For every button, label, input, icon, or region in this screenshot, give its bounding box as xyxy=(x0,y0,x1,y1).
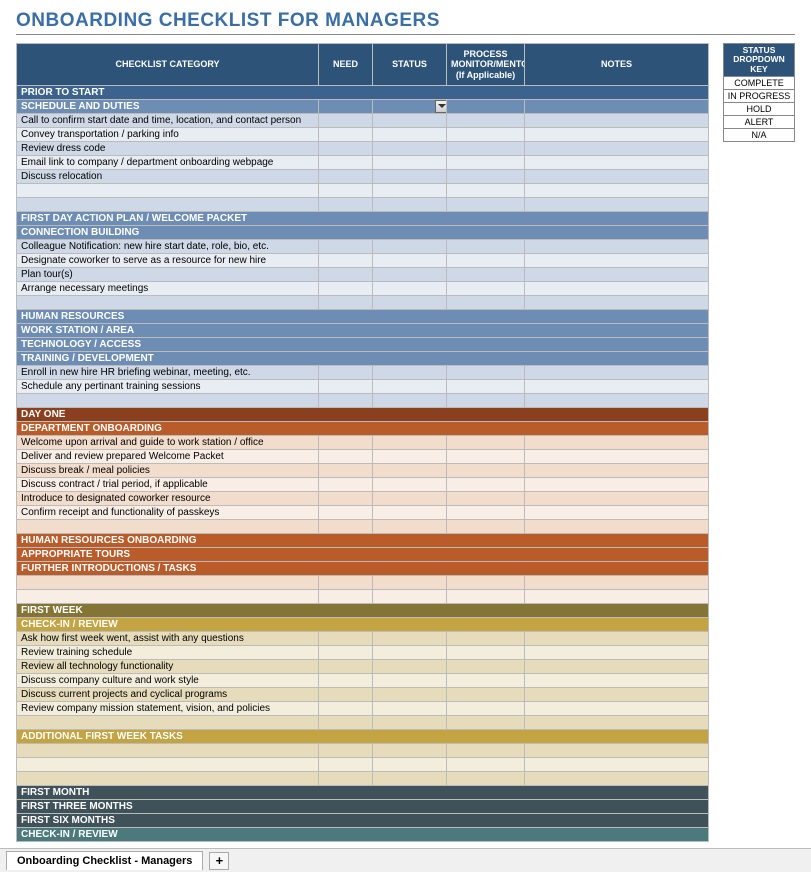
section-work-station: WORK STATION / AREA xyxy=(17,324,709,338)
key-item: IN PROGRESS xyxy=(724,90,795,103)
section-checkin-review: CHECK-IN / REVIEW xyxy=(17,618,709,632)
sheet-tab-active[interactable]: Onboarding Checklist - Managers xyxy=(6,851,203,870)
section-first-week: FIRST WEEK xyxy=(17,604,709,618)
task-item[interactable]: Convey transportation / parking info xyxy=(17,128,319,142)
section-first-month: FIRST MONTH xyxy=(17,786,709,800)
dropdown-trigger-icon[interactable] xyxy=(435,100,447,113)
task-item[interactable]: Discuss company culture and work style xyxy=(17,674,319,688)
section-first-three-months: FIRST THREE MONTHS xyxy=(17,800,709,814)
task-item[interactable]: Designate coworker to serve as a resourc… xyxy=(17,254,319,268)
task-item[interactable]: Review company mission statement, vision… xyxy=(17,702,319,716)
section-schedule-duties: SCHEDULE AND DUTIES xyxy=(17,100,319,114)
task-item[interactable]: Schedule any pertinant training sessions xyxy=(17,380,319,394)
task-item[interactable]: Discuss break / meal policies xyxy=(17,464,319,478)
status-cell-active[interactable]: COMPLETE IN PROGRESS HOLD ALERT N/A xyxy=(373,100,447,114)
col-header-category: CHECKLIST CATEGORY xyxy=(17,44,319,86)
task-item[interactable]: Welcome upon arrival and guide to work s… xyxy=(17,436,319,450)
task-item[interactable]: Colleague Notification: new hire start d… xyxy=(17,240,319,254)
status-key-table: STATUS DROPDOWN KEY COMPLETE IN PROGRESS… xyxy=(723,43,795,142)
task-item[interactable]: Discuss current projects and cyclical pr… xyxy=(17,688,319,702)
col-header-process: PROCESS MONITOR/MENTOR (If Applicable) xyxy=(447,44,525,86)
task-item[interactable]: Ask how first week went, assist with any… xyxy=(17,632,319,646)
section-first-six-months: FIRST SIX MONTHS xyxy=(17,814,709,828)
section-appropriate-tours: APPROPRIATE TOURS xyxy=(17,548,709,562)
section-connection-building: CONNECTION BUILDING xyxy=(17,226,709,240)
sheet-tabs: Onboarding Checklist - Managers + xyxy=(0,848,811,872)
task-item[interactable]: Review dress code xyxy=(17,142,319,156)
task-item[interactable]: Discuss contract / trial period, if appl… xyxy=(17,478,319,492)
task-item[interactable]: Discuss relocation xyxy=(17,170,319,184)
section-training-dev: TRAINING / DEVELOPMENT xyxy=(17,352,709,366)
section-additional-first-week: ADDITIONAL FIRST WEEK TASKS xyxy=(17,730,709,744)
section-dept-onboarding: DEPARTMENT ONBOARDING xyxy=(17,422,709,436)
checklist-table: CHECKLIST CATEGORY NEED STATUS PROCESS M… xyxy=(16,43,709,842)
col-header-need: NEED xyxy=(319,44,373,86)
section-first-day-plan: FIRST DAY ACTION PLAN / WELCOME PACKET xyxy=(17,212,709,226)
section-checkin-review-2: CHECK-IN / REVIEW xyxy=(17,828,709,842)
section-human-resources: HUMAN RESOURCES xyxy=(17,310,709,324)
task-item[interactable]: Arrange necessary meetings xyxy=(17,282,319,296)
task-item[interactable]: Email link to company / department onboa… xyxy=(17,156,319,170)
col-header-notes: NOTES xyxy=(525,44,709,86)
task-item[interactable]: Review training schedule xyxy=(17,646,319,660)
section-day-one: DAY ONE xyxy=(17,408,709,422)
page-title: ONBOARDING CHECKLIST FOR MANAGERS xyxy=(16,10,795,35)
key-item: HOLD xyxy=(724,103,795,116)
section-prior-to-start: PRIOR TO START xyxy=(17,86,709,100)
key-item: ALERT xyxy=(724,116,795,129)
section-hr-onboarding: HUMAN RESOURCES ONBOARDING xyxy=(17,534,709,548)
key-item: N/A xyxy=(724,129,795,142)
task-item[interactable]: Review all technology functionality xyxy=(17,660,319,674)
section-further-intros: FURTHER INTRODUCTIONS / TASKS xyxy=(17,562,709,576)
task-item[interactable]: Confirm receipt and functionality of pas… xyxy=(17,506,319,520)
add-sheet-button[interactable]: + xyxy=(209,852,229,870)
key-item: COMPLETE xyxy=(724,77,795,90)
task-item[interactable]: Introduce to designated coworker resourc… xyxy=(17,492,319,506)
task-item[interactable]: Plan tour(s) xyxy=(17,268,319,282)
key-header: STATUS DROPDOWN KEY xyxy=(724,44,795,77)
col-header-status: STATUS xyxy=(373,44,447,86)
task-item[interactable]: Enroll in new hire HR briefing webinar, … xyxy=(17,366,319,380)
section-tech-access: TECHNOLOGY / ACCESS xyxy=(17,338,709,352)
task-item[interactable]: Deliver and review prepared Welcome Pack… xyxy=(17,450,319,464)
task-item[interactable]: Call to confirm start date and time, loc… xyxy=(17,114,319,128)
